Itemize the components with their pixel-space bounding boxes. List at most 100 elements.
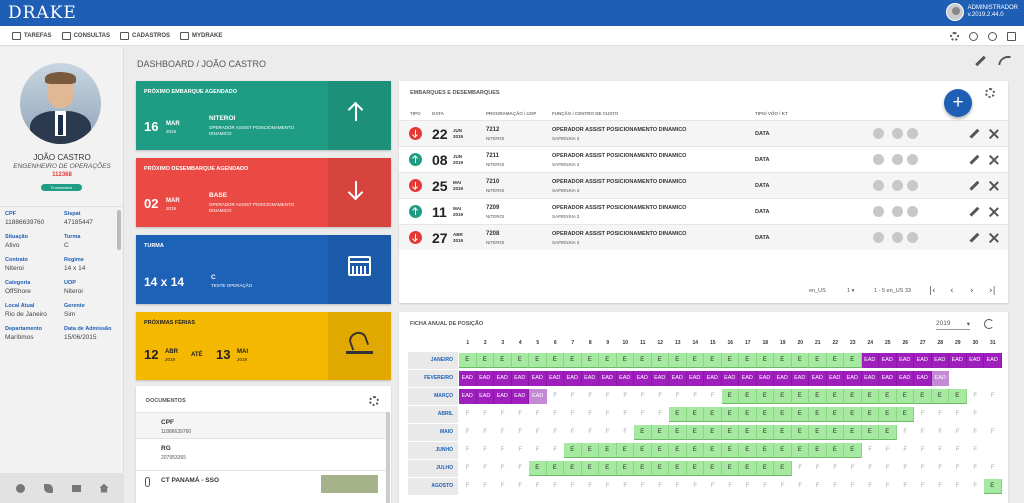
position-cell[interactable]: E <box>599 443 617 458</box>
position-cell[interactable]: F <box>459 479 477 494</box>
position-cell[interactable]: E <box>459 353 477 368</box>
position-cell[interactable]: E <box>844 443 862 458</box>
position-cell[interactable]: F <box>687 389 705 404</box>
position-cell[interactable]: F <box>477 479 495 494</box>
refresh-icon[interactable] <box>984 319 994 329</box>
position-cell[interactable]: E <box>704 353 722 368</box>
user-avatar[interactable] <box>945 3 964 21</box>
position-cell[interactable]: E <box>896 389 914 404</box>
position-cell[interactable]: F <box>547 407 565 422</box>
info-icon[interactable] <box>15 483 25 493</box>
position-cell[interactable]: F <box>564 425 582 440</box>
position-cell[interactable]: F <box>582 407 600 422</box>
position-cell[interactable]: F <box>984 461 1002 476</box>
position-cell[interactable]: E <box>826 389 844 404</box>
position-cell[interactable]: F <box>932 443 950 458</box>
position-cell[interactable]: E <box>581 443 599 458</box>
position-cell[interactable]: E <box>704 425 722 440</box>
position-cell[interactable]: E <box>634 461 652 476</box>
position-cell[interactable]: E <box>581 353 599 368</box>
position-cell[interactable]: EAD <box>896 353 914 368</box>
position-cell[interactable]: F <box>914 461 932 476</box>
table-row[interactable]: 22 JUN 2019 7212 NITEROI OPERADOR ASSIST POSI… <box>399 120 1008 146</box>
documents-scrollbar[interactable] <box>386 412 390 503</box>
position-cell[interactable]: E <box>844 407 862 422</box>
position-cell[interactable]: EAD <box>476 371 494 386</box>
position-cell[interactable]: E <box>599 461 617 476</box>
next-page-icon[interactable]: › <box>970 286 974 296</box>
position-cell[interactable]: F <box>669 389 687 404</box>
position-cell[interactable]: E <box>774 389 792 404</box>
position-cell[interactable]: E <box>809 425 827 440</box>
position-cell[interactable]: F <box>669 479 687 494</box>
position-cell[interactable]: E <box>774 443 792 458</box>
position-cell[interactable]: E <box>494 353 512 368</box>
position-cell[interactable]: F <box>687 479 705 494</box>
position-cell[interactable]: E <box>861 407 879 422</box>
position-cell[interactable]: E <box>599 353 617 368</box>
edit-page-icon[interactable] <box>975 56 985 66</box>
first-page-icon[interactable]: |‹ <box>929 286 936 296</box>
status-check-icon[interactable] <box>907 154 918 165</box>
position-cell[interactable]: F <box>494 443 512 458</box>
position-cell[interactable]: F <box>634 407 652 422</box>
position-cell[interactable]: EAD <box>739 371 757 386</box>
position-cell[interactable]: E <box>721 443 739 458</box>
position-cell[interactable]: EAD <box>966 353 984 368</box>
position-cell[interactable]: E <box>651 353 669 368</box>
position-cell[interactable]: F <box>582 389 600 404</box>
position-cell[interactable]: F <box>949 407 967 422</box>
menu-tarefas[interactable]: TAREFAS <box>12 31 52 40</box>
position-cell[interactable]: E <box>826 425 844 440</box>
position-cell[interactable]: E <box>651 461 669 476</box>
position-cell[interactable]: F <box>494 425 512 440</box>
position-cell[interactable]: EAD <box>581 371 599 386</box>
position-cell[interactable]: F <box>547 389 565 404</box>
status-minus-icon[interactable] <box>873 232 884 243</box>
menu-consultas[interactable]: CONSULTAS <box>61 31 110 40</box>
position-cell[interactable]: F <box>879 443 897 458</box>
position-cell[interactable]: F <box>459 443 477 458</box>
position-cell[interactable]: F <box>984 389 1002 404</box>
position-cell[interactable]: E <box>669 443 687 458</box>
position-cell[interactable]: E <box>669 425 687 440</box>
col-header-data[interactable]: DATA <box>432 111 444 116</box>
table-row[interactable]: 11 MAI 2019 7209 NITEROI OPERADOR ASSIST POSI… <box>399 198 1008 224</box>
position-cell[interactable]: EAD <box>494 389 512 404</box>
add-boarding-button[interactable]: + <box>944 89 972 117</box>
position-cell[interactable]: E <box>984 479 1002 494</box>
position-cell[interactable]: F <box>652 479 670 494</box>
position-cell[interactable]: EAD <box>774 371 792 386</box>
position-cell[interactable]: F <box>512 407 530 422</box>
position-cell[interactable]: F <box>599 425 617 440</box>
position-cell[interactable]: EAD <box>931 353 949 368</box>
position-cell[interactable]: E <box>564 443 582 458</box>
position-cell[interactable]: E <box>914 389 932 404</box>
settings-icon[interactable] <box>950 31 959 41</box>
position-cell[interactable]: E <box>634 425 652 440</box>
position-cell[interactable]: EAD <box>896 371 914 386</box>
position-cell[interactable]: E <box>756 461 774 476</box>
position-cell[interactable]: F <box>722 479 740 494</box>
position-cell[interactable]: F <box>547 443 565 458</box>
position-cell[interactable]: E <box>529 353 547 368</box>
position-cell[interactable]: E <box>861 389 879 404</box>
position-cell[interactable]: F <box>879 479 897 494</box>
prev-page-icon[interactable]: ‹ <box>950 286 954 296</box>
position-cell[interactable]: EAD <box>651 371 669 386</box>
position-cell[interactable]: F <box>652 389 670 404</box>
position-cell[interactable]: EAD <box>756 371 774 386</box>
position-cell[interactable]: E <box>809 353 827 368</box>
position-cell[interactable]: E <box>564 461 582 476</box>
position-cell[interactable]: E <box>686 425 704 440</box>
position-cell[interactable]: E <box>616 443 634 458</box>
delete-row-icon[interactable] <box>989 129 999 139</box>
position-cell[interactable]: E <box>651 425 669 440</box>
document-item[interactable]: CPF 11886639760 <box>136 412 386 438</box>
position-cell[interactable]: E <box>896 407 914 422</box>
position-cell[interactable]: EAD <box>494 371 512 386</box>
back-icon[interactable] <box>998 56 1011 65</box>
mail-icon[interactable] <box>71 484 81 492</box>
menu-mydrake[interactable]: MYDRAKE <box>180 31 222 40</box>
position-cell[interactable]: E <box>704 443 722 458</box>
